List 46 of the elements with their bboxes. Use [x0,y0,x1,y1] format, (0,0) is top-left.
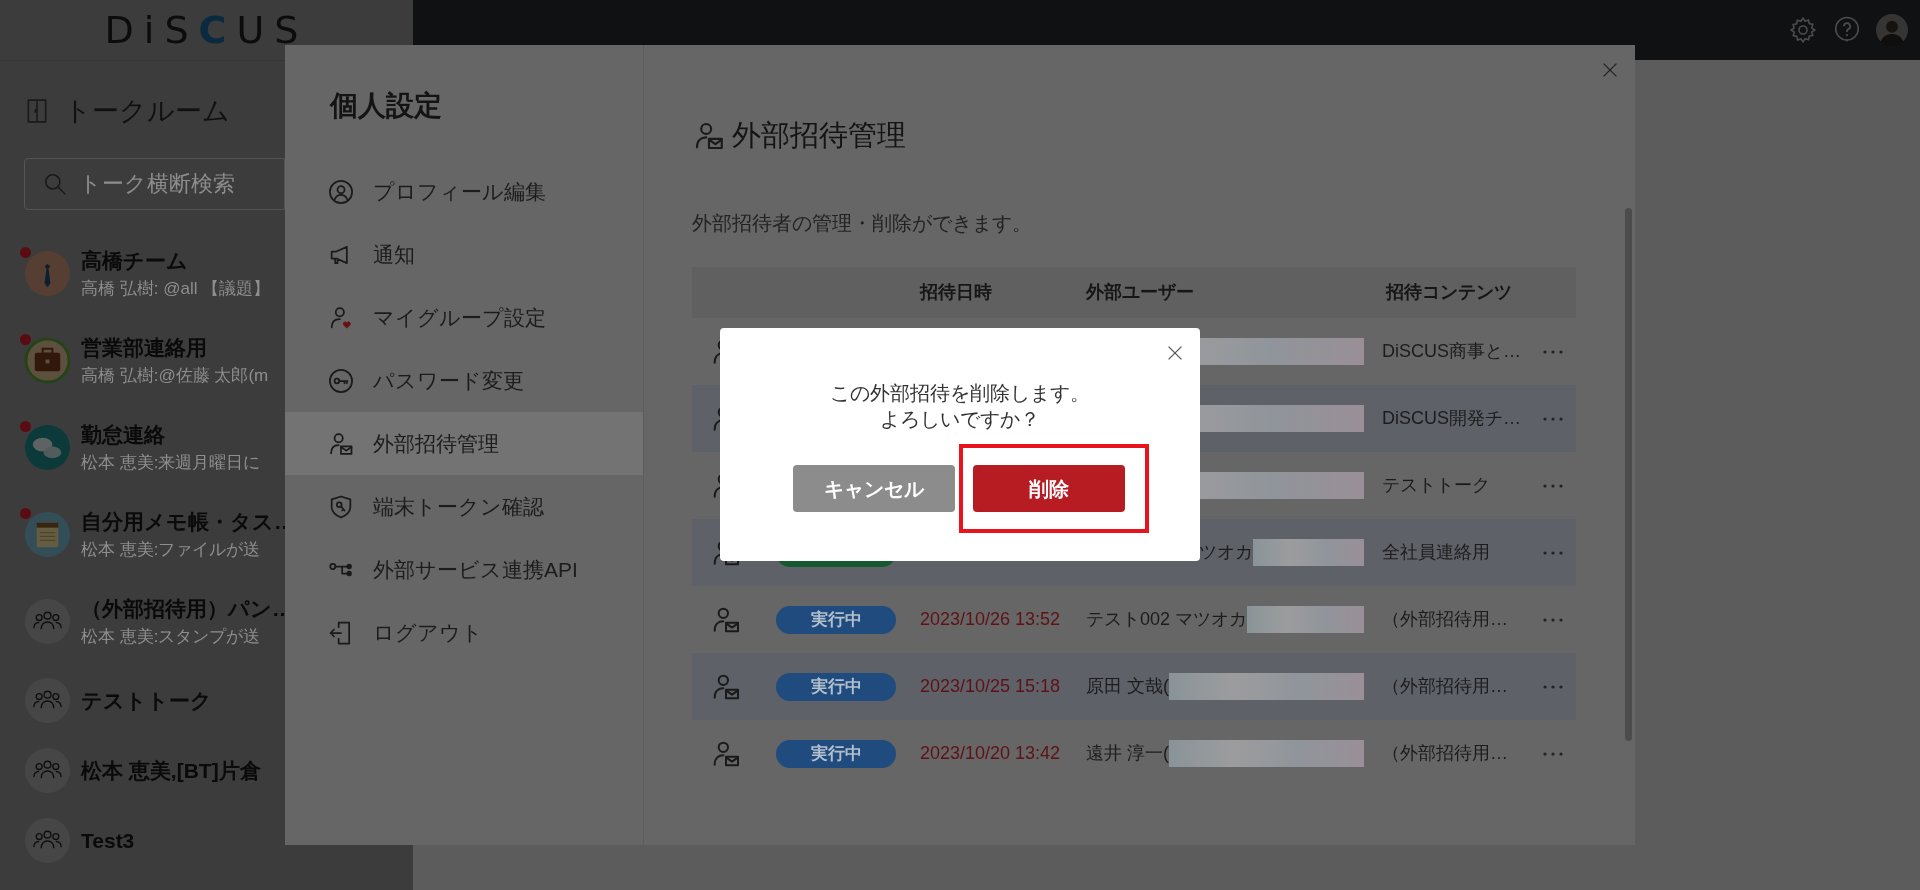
status-badge: 実行中 [776,739,896,768]
group-icon [24,676,71,724]
content-cell: （外部招待用… [1382,743,1508,763]
content-cell: テストトーク [1382,475,1490,495]
date-cell: 2023/10/20 13:42 [920,743,1061,763]
content-cell: DiSCUS商事と… [1382,341,1521,361]
notepad-avatar-icon [24,511,71,558]
cancel-button[interactable]: キャンセル [793,465,955,512]
scrollbar[interactable] [1625,208,1632,741]
key-icon [327,366,355,395]
user-cell-text: テスト002 マツオカ [1086,608,1248,631]
search-icon [42,171,68,197]
content-cell: 全社員連絡用 [1382,542,1490,562]
settings-icon[interactable] [1788,15,1818,45]
date-cell: 2023/10/26 13:52 [920,609,1061,629]
room-preview: 高橋 弘樹:@佐藤 太郎(m [81,367,269,384]
settings-title: 個人設定 [328,89,443,123]
column-header: 招待コンテンツ [1384,281,1513,304]
status-badge: 実行中 [776,605,896,634]
page-description: 外部招待者の管理・削除ができます。 [692,211,1033,236]
tie-avatar-icon [24,250,71,297]
content-cell: DiSCUS開発チ… [1382,408,1521,428]
page-title: 外部招待管理 [732,118,906,154]
room-preview: 松本 恵美:来週月曜日に [81,454,261,471]
briefcase-avatar-icon [24,337,71,384]
settings-menu-item[interactable]: 外部招待管理 [285,412,643,475]
column-header: 外部ユーザー [1085,281,1195,304]
chat-avatar-icon [24,424,71,471]
user-cell-text: ツオカ [1198,541,1253,564]
status-badge: 実行中 [776,672,896,701]
group-icon [24,598,71,645]
search-field[interactable]: トーク横断検索 [24,158,285,210]
room-preview: 松本 恵美:ファイルが送 [81,541,262,558]
group-icon [24,816,71,864]
profile-icon [327,177,355,206]
column-header: 招待日時 [918,281,993,304]
user-cell-text: 原田 文哉( [1086,675,1169,698]
room-preview: 高橋 弘樹: @all 【議題】 [81,280,271,297]
group-icon [24,746,71,794]
delete-button[interactable]: 削除 [973,465,1125,512]
confirm-message: この外部招待を削除します。よろしいですか？ [829,381,1091,432]
avatar-icon[interactable] [1876,14,1908,46]
date-cell: 2023/10/25 15:18 [920,676,1061,696]
room-preview: 松本 恵美:スタンプが送 [81,628,262,645]
content-cell: （外部招待用… [1382,676,1508,696]
content-cell: （外部招待用… [1382,609,1508,629]
